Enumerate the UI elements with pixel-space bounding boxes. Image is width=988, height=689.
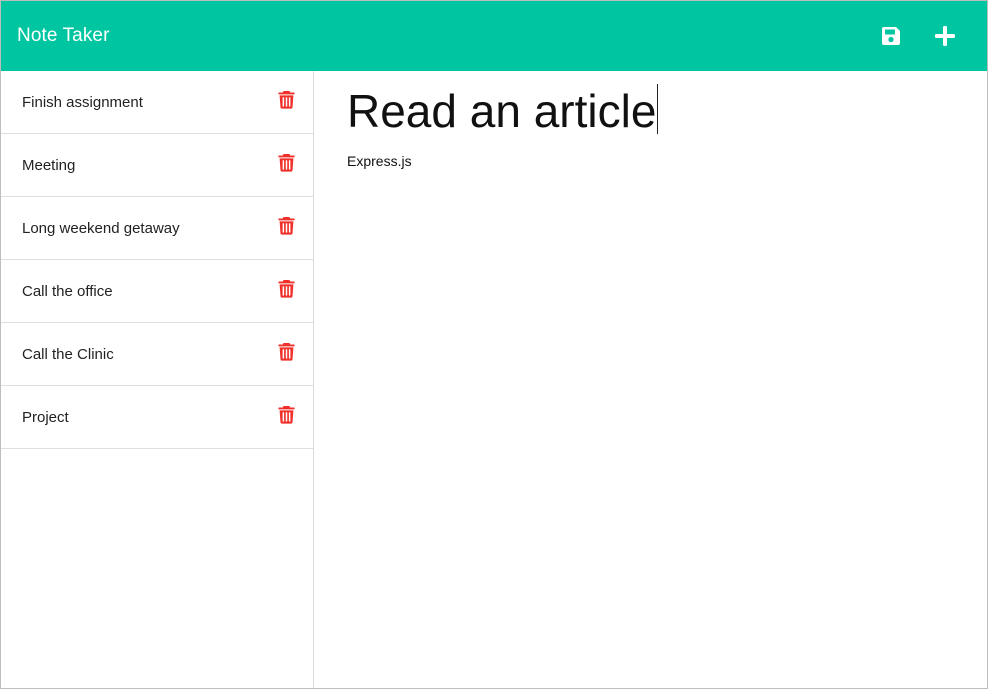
navbar-actions [876,1,987,71]
save-icon [882,27,900,45]
note-title-input[interactable] [347,83,947,139]
note-list-item-title: Long weekend getaway [22,219,180,237]
delete-note-button[interactable] [277,341,295,361]
note-list-item[interactable]: Call the Clinic [1,323,313,386]
delete-note-button[interactable] [277,215,295,235]
plus-icon [935,26,955,46]
note-list-item[interactable]: Project [1,386,313,449]
note-list-item[interactable]: Call the office [1,260,313,323]
delete-note-button[interactable] [277,89,295,109]
note-list-item-title: Call the Clinic [22,345,114,363]
delete-note-button[interactable] [277,404,295,424]
note-taker-app: Note Taker Finish assignment Meeting Lon… [0,0,988,689]
trash-icon [277,90,295,109]
delete-note-button[interactable] [277,152,295,172]
note-list-item[interactable]: Long weekend getaway [1,197,313,260]
note-list-item-title: Meeting [22,156,76,174]
trash-icon [277,153,295,172]
notes-sidebar: Finish assignment Meeting Long weekend g… [1,71,314,688]
trash-icon [277,405,295,424]
note-list-item-title: Project [22,408,69,426]
trash-icon [277,279,295,298]
app-title[interactable]: Note Taker [17,25,110,47]
note-list: Finish assignment Meeting Long weekend g… [1,71,313,449]
note-editor: Express.js [314,71,987,688]
text-caret [657,84,658,134]
trash-icon [277,216,295,235]
note-list-item[interactable]: Meeting [1,134,313,197]
save-note-button[interactable] [876,21,906,51]
new-note-button[interactable] [930,21,960,51]
delete-note-button[interactable] [277,278,295,298]
note-body-textarea[interactable]: Express.js [347,153,957,653]
trash-icon [277,342,295,361]
note-list-item[interactable]: Finish assignment [1,71,313,134]
navbar: Note Taker [1,1,987,71]
note-list-item-title: Call the office [22,282,113,300]
note-list-item-title: Finish assignment [22,93,143,111]
